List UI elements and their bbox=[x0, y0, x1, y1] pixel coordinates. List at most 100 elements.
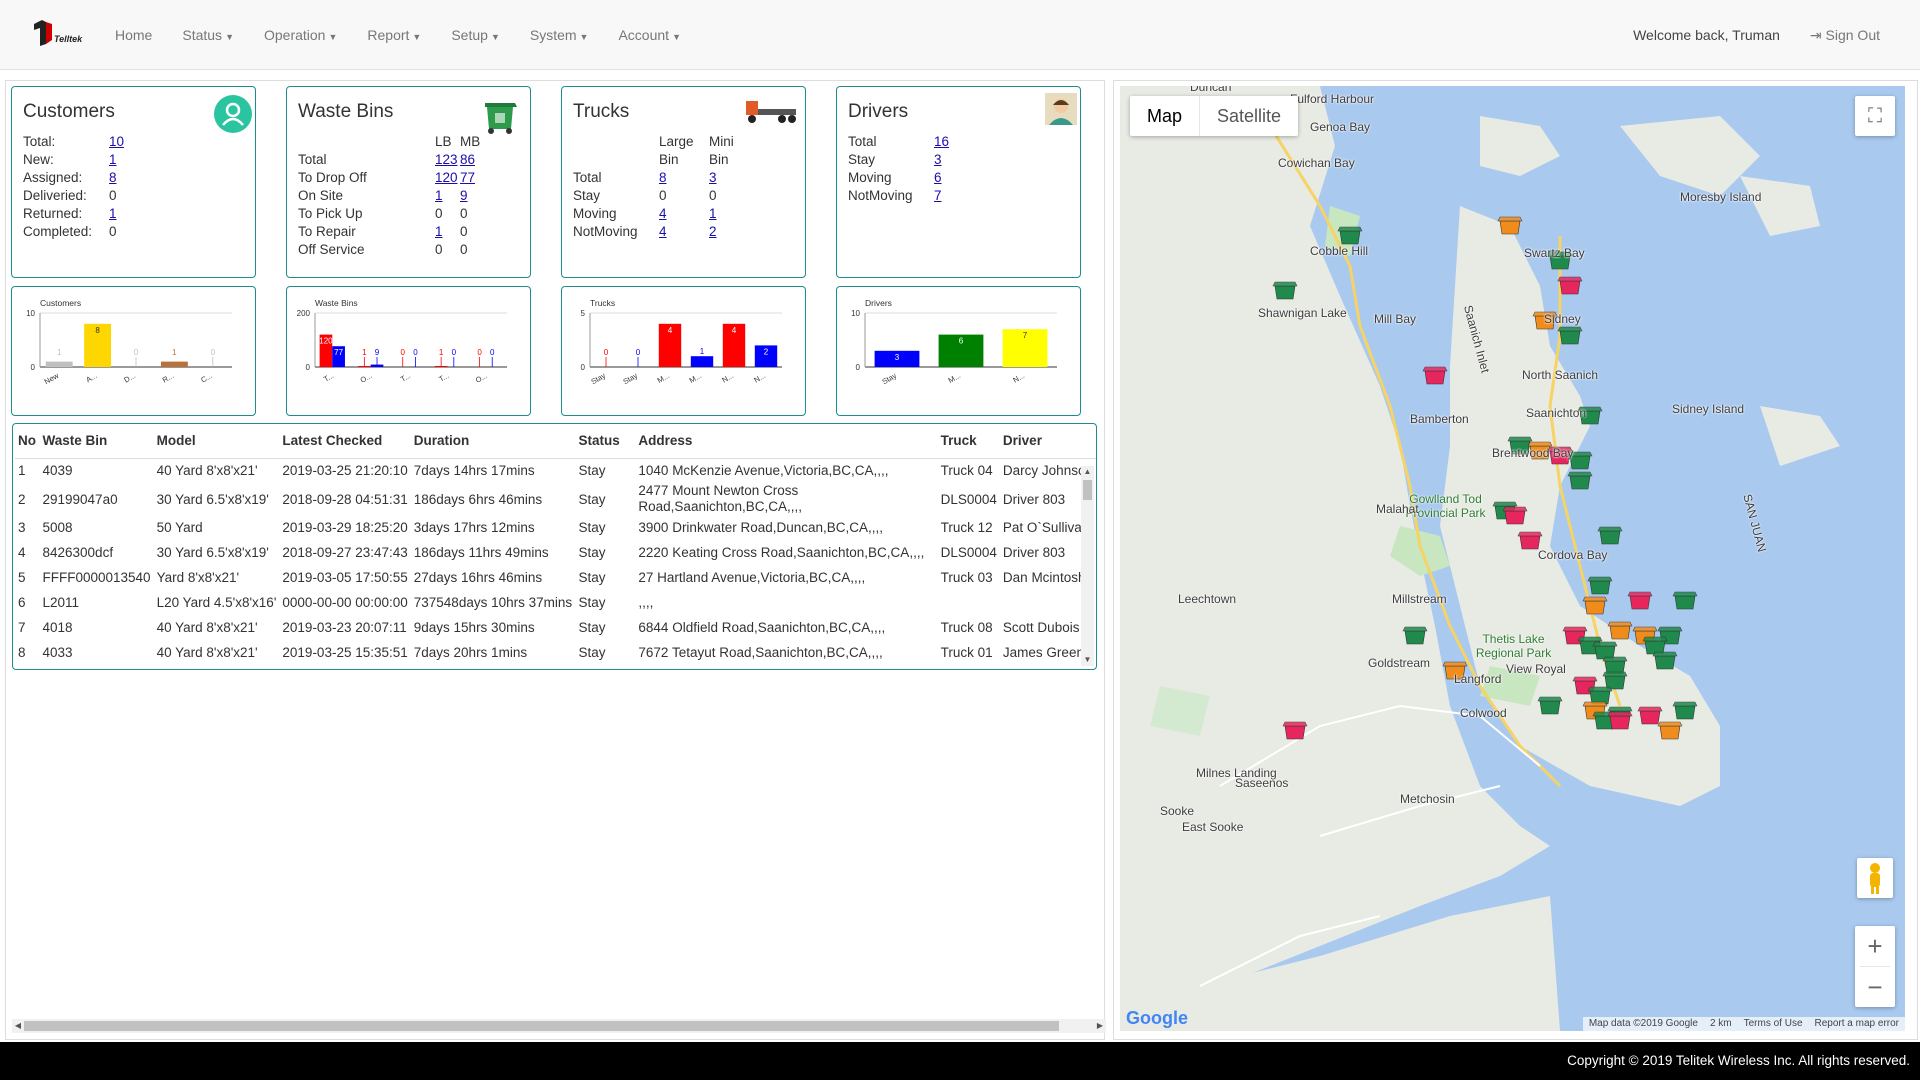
map-type-satellite-button[interactable]: Satellite bbox=[1199, 96, 1298, 136]
waste-bin-marker[interactable] bbox=[1557, 276, 1583, 295]
fullscreen-button[interactable]: ⛶ bbox=[1855, 96, 1895, 136]
stat-value-link[interactable]: 16 bbox=[934, 134, 949, 149]
panel-horizontal-scrollbar[interactable]: ◀ ▶ bbox=[12, 1019, 1106, 1033]
column-header[interactable]: Address bbox=[635, 424, 938, 459]
stat-value-link[interactable]: 3 bbox=[934, 152, 942, 167]
zoom-out-button[interactable]: − bbox=[1855, 967, 1895, 1007]
table-row[interactable]: 3 5008 50 Yard 2019-03-29 18:25:20 3days 17h… bbox=[15, 515, 1096, 540]
stat-value-link[interactable]: 1 bbox=[109, 152, 117, 167]
table-row[interactable]: 4 8426300dcf 30 Yard 6.5'x8'x19' 2018-09-27… bbox=[15, 540, 1096, 565]
zoom-in-button[interactable]: + bbox=[1855, 926, 1895, 966]
column-header[interactable]: Status bbox=[575, 424, 636, 459]
scroll-right-icon[interactable]: ▶ bbox=[1094, 1019, 1106, 1033]
waste-bin-marker[interactable] bbox=[1597, 526, 1623, 545]
nav-item-account[interactable]: Account ▼ bbox=[603, 27, 696, 43]
table-row[interactable]: 8 4033 40 Yard 8'x8'x21' 2019-03-25 15:35:5… bbox=[15, 640, 1096, 665]
stat-value-link[interactable]: 8 bbox=[109, 170, 117, 185]
waste-bin-marker[interactable] bbox=[1517, 531, 1543, 550]
nav-item-report[interactable]: Report ▼ bbox=[352, 27, 436, 43]
waste-bin-marker[interactable] bbox=[1592, 641, 1618, 660]
stat-value-link[interactable]: 120 bbox=[435, 170, 458, 185]
waste-bin-marker[interactable] bbox=[1607, 711, 1633, 730]
map-type-map-button[interactable]: Map bbox=[1130, 96, 1199, 136]
report-error-link[interactable]: Report a map error bbox=[1815, 1017, 1899, 1031]
waste-bin-marker[interactable] bbox=[1637, 706, 1663, 725]
sign-out-link[interactable]: ⇥ Sign Out bbox=[1810, 27, 1880, 44]
table-row[interactable]: 5 FFFF0000013540 Yard 8'x8'x21' 2019-03-05 … bbox=[15, 565, 1096, 590]
stat-value-link[interactable]: 2 bbox=[709, 224, 717, 239]
table-cell: ,,,, bbox=[638, 595, 654, 610]
waste-bin-marker[interactable] bbox=[1627, 591, 1653, 610]
terms-link[interactable]: Terms of Use bbox=[1744, 1017, 1803, 1031]
waste-bin-marker[interactable] bbox=[1587, 686, 1613, 705]
waste-bin-marker[interactable] bbox=[1607, 621, 1633, 640]
waste-bin-marker[interactable] bbox=[1272, 281, 1298, 300]
stat-value-link[interactable]: 123 bbox=[435, 152, 458, 167]
waste-bin-marker[interactable] bbox=[1537, 696, 1563, 715]
street-view-pegman[interactable] bbox=[1857, 858, 1893, 898]
scroll-down-icon[interactable]: ▼ bbox=[1081, 654, 1094, 666]
waste-bin-marker[interactable] bbox=[1652, 651, 1678, 670]
waste-bin-marker[interactable] bbox=[1602, 656, 1628, 675]
table-row[interactable]: 7 4018 40 Yard 8'x8'x21' 2019-03-23 20:07:1… bbox=[15, 615, 1096, 640]
stat-value-link[interactable]: 4 bbox=[659, 206, 667, 221]
waste-bin-marker[interactable] bbox=[1422, 366, 1448, 385]
chart-bar[interactable] bbox=[160, 361, 188, 367]
chart-bar[interactable] bbox=[690, 356, 714, 367]
waste-bin-marker[interactable] bbox=[1587, 576, 1613, 595]
brand-logo[interactable]: Telltek bbox=[32, 18, 94, 48]
nav-item-operation[interactable]: Operation ▼ bbox=[249, 27, 352, 43]
column-header[interactable]: Duration bbox=[410, 424, 576, 459]
stat-value-link[interactable]: 1 bbox=[435, 224, 443, 239]
scroll-thumb[interactable] bbox=[24, 1021, 1059, 1031]
table-row[interactable]: 2 29199047a0 30 Yard 6.5'x8'x19' 2018-09-28… bbox=[15, 483, 1096, 515]
stat-value: 10 bbox=[109, 133, 149, 151]
waste-bin-marker[interactable] bbox=[1557, 326, 1583, 345]
column-header[interactable]: Latest Checked bbox=[279, 424, 411, 459]
stat-value-link[interactable]: 6 bbox=[934, 170, 942, 185]
table-row[interactable]: 6 L2011 L20 Yard 4.5'x8'x16' 0000-00-00 00:… bbox=[15, 590, 1096, 615]
stat-value-link[interactable]: 1 bbox=[709, 206, 717, 221]
waste-bin-marker[interactable] bbox=[1642, 636, 1668, 655]
stat-value-link[interactable]: 3 bbox=[709, 170, 717, 185]
column-header[interactable]: Driver bbox=[999, 424, 1096, 459]
waste-bin-marker[interactable] bbox=[1502, 506, 1528, 525]
chart-bar[interactable] bbox=[45, 361, 73, 367]
waste-bin-marker[interactable] bbox=[1602, 671, 1628, 690]
table-vertical-scrollbar[interactable]: ▲ ▼ bbox=[1081, 466, 1094, 666]
x-tick-label: N... bbox=[1011, 371, 1026, 385]
waste-bin-marker[interactable] bbox=[1672, 591, 1698, 610]
column-header[interactable]: Waste Bin bbox=[39, 424, 154, 459]
waste-bin-marker[interactable] bbox=[1497, 216, 1523, 235]
map-canvas[interactable] bbox=[1120, 86, 1905, 1031]
column-header[interactable]: Model bbox=[153, 424, 280, 459]
stat-value-link[interactable]: 4 bbox=[659, 224, 667, 239]
nav-item-home[interactable]: Home bbox=[100, 27, 167, 43]
waste-bin-marker[interactable] bbox=[1657, 721, 1683, 740]
nav-item-status[interactable]: Status ▼ bbox=[167, 27, 249, 43]
table-cell: 50 Yard bbox=[156, 520, 203, 535]
nav-item-setup[interactable]: Setup ▼ bbox=[436, 27, 515, 43]
scroll-left-icon[interactable]: ◀ bbox=[12, 1019, 24, 1033]
stat-value-link[interactable]: 77 bbox=[460, 170, 475, 185]
scroll-thumb[interactable] bbox=[1083, 480, 1092, 500]
column-header[interactable]: Truck bbox=[937, 424, 1000, 459]
waste-bin-marker[interactable] bbox=[1402, 626, 1428, 645]
stat-value-link[interactable]: 86 bbox=[460, 152, 475, 167]
scroll-up-icon[interactable]: ▲ bbox=[1081, 466, 1094, 478]
table-row[interactable]: 1 4039 40 Yard 8'x8'x21' 2019-03-25 21:20:1… bbox=[15, 458, 1096, 483]
stat-value-link[interactable]: 9 bbox=[460, 188, 468, 203]
stat-value-link[interactable]: 7 bbox=[934, 188, 942, 203]
google-map[interactable]: Duncan Fulford Harbour Genoa Bay Cowichan B… bbox=[1120, 86, 1905, 1031]
waste-bin-marker[interactable] bbox=[1567, 471, 1593, 490]
waste-bin-marker[interactable] bbox=[1337, 226, 1363, 245]
stat-value-link[interactable]: 8 bbox=[659, 170, 667, 185]
stat-value-link[interactable]: 1 bbox=[109, 206, 117, 221]
column-header[interactable]: No bbox=[15, 424, 40, 459]
stat-value-link[interactable]: 10 bbox=[109, 134, 124, 149]
stat-value-link[interactable]: 1 bbox=[435, 188, 443, 203]
nav-item-system[interactable]: System ▼ bbox=[515, 27, 604, 43]
waste-bin-marker[interactable] bbox=[1282, 721, 1308, 740]
waste-bin-marker[interactable] bbox=[1582, 596, 1608, 615]
waste-bin-marker[interactable] bbox=[1672, 701, 1698, 720]
